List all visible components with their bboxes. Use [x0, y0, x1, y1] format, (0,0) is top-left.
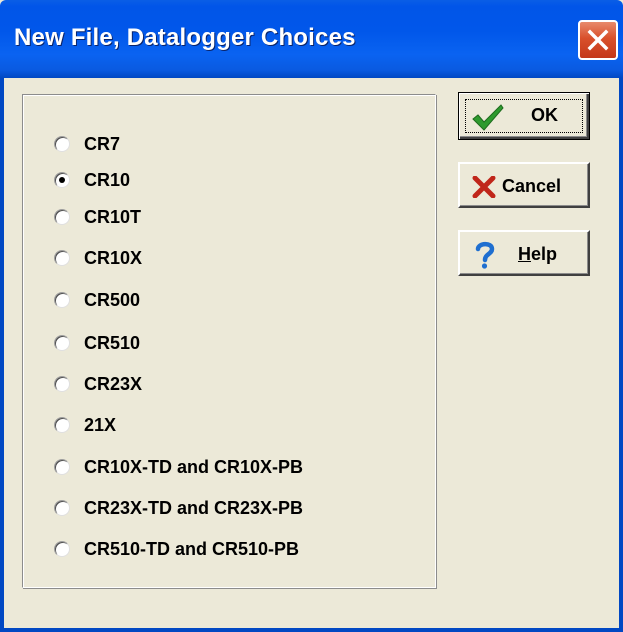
radio-option-cr7[interactable]: CR7 — [54, 130, 120, 158]
radio-button[interactable] — [54, 459, 70, 475]
window-border-right — [619, 78, 623, 632]
radio-option-cr500[interactable]: CR500 — [54, 286, 140, 314]
radio-label: CR510-TD and CR510-PB — [84, 538, 300, 559]
radio-label: CR10 — [84, 169, 131, 190]
radio-option-cr23x[interactable]: CR23X — [54, 370, 142, 398]
radio-option-cr10[interactable]: CR10 — [54, 166, 130, 194]
radio-label: CR23X — [84, 373, 143, 394]
help-label-rest: elp — [531, 244, 558, 264]
help-button[interactable]: Help — [458, 230, 590, 276]
ok-label: OK — [531, 105, 558, 125]
radio-label: CR10X — [84, 247, 143, 268]
radio-label: CR500 — [84, 289, 141, 310]
checkmark-icon — [472, 104, 504, 131]
question-mark-icon — [475, 241, 495, 269]
radio-label: CR10T — [84, 206, 142, 227]
radio-label: 21X — [84, 414, 117, 435]
radio-button[interactable] — [54, 500, 70, 516]
radio-option-cr10x[interactable]: CR10X — [54, 244, 142, 272]
radio-button[interactable] — [54, 209, 70, 225]
cancel-label: Cancel — [502, 176, 562, 196]
window-title: New File, Datalogger Choices — [14, 24, 356, 51]
radio-option-cr510[interactable]: CR510 — [54, 329, 140, 357]
radio-option-cr10t[interactable]: CR10T — [54, 203, 141, 231]
x-icon — [472, 176, 496, 198]
help-label-mnemonic: H — [518, 244, 531, 264]
radio-label: CR23X-TD and CR23X-PB — [84, 497, 304, 518]
radio-button[interactable] — [54, 376, 70, 392]
window-border-bottom — [0, 628, 623, 632]
radio-button[interactable] — [54, 136, 70, 152]
close-button[interactable] — [578, 20, 618, 60]
dialog-window: New File, Datalogger Choices CR7 CR10 CR… — [0, 0, 623, 632]
radio-button-selected[interactable] — [54, 172, 70, 188]
radio-button[interactable] — [54, 250, 70, 266]
radio-label: CR7 — [84, 133, 121, 154]
radio-label: CR510 — [84, 332, 141, 353]
radio-button[interactable] — [54, 417, 70, 433]
close-icon — [587, 29, 609, 51]
radio-option-cr23x-td[interactable]: CR23X-TD and CR23X-PB — [54, 494, 303, 522]
ok-button[interactable]: OK — [458, 92, 590, 140]
radio-label: CR10X-TD and CR10X-PB — [84, 456, 304, 477]
radio-option-cr510-td[interactable]: CR510-TD and CR510-PB — [54, 535, 299, 563]
help-label: Help — [518, 244, 557, 265]
radio-button[interactable] — [54, 335, 70, 351]
title-bar[interactable]: New File, Datalogger Choices — [0, 0, 623, 78]
radio-button[interactable] — [54, 292, 70, 308]
radio-option-21x[interactable]: 21X — [54, 411, 116, 439]
cancel-button[interactable]: Cancel — [458, 162, 590, 208]
radio-button[interactable] — [54, 541, 70, 557]
window-border-left — [0, 78, 4, 632]
radio-option-cr10x-td[interactable]: CR10X-TD and CR10X-PB — [54, 453, 303, 481]
